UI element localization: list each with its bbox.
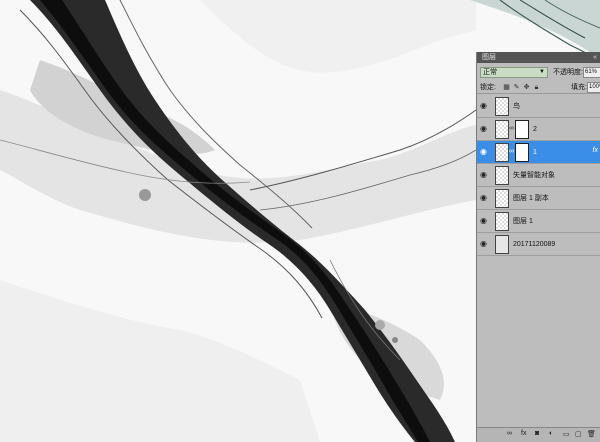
add-style-icon[interactable]: fx [521,430,526,437]
add-mask-icon[interactable]: ◙ [535,430,539,437]
collapse-icon[interactable]: « [593,52,597,63]
smart-object-thumbnail [495,166,509,185]
lock-all-icon[interactable]: 🔒︎ [533,84,540,91]
eye-icon[interactable]: ◉ [480,124,490,134]
smart-object-thumbnail [495,97,509,116]
layer-thumbnail [495,120,509,139]
eye-icon[interactable]: ◉ [480,170,490,180]
layer-row[interactable]: ◉ 图层 1 [477,210,600,233]
layer-name: 20171120089 [513,241,556,248]
blend-mode-select[interactable]: 正常 ▼ [480,67,548,78]
layers-panel: 图层 « 正常 ▼ 不透明度: 61% 锁定: ▦ ✎ ✥ 🔒︎ 填充: 100… [476,52,600,442]
layers-panel-toolbar: ∞ fx ◙ ◐ ▭ ▢ 🗑︎ [477,427,600,442]
layer-name: 图层 1 [513,218,533,225]
layer-name: 1 [533,149,537,156]
adjustment-layer-icon[interactable]: ◐ [549,430,553,437]
eye-icon[interactable]: ◉ [480,193,490,203]
layer-row[interactable]: ◉ 20171120089 [477,233,600,256]
eye-icon[interactable]: ◉ [480,147,490,157]
layer-row[interactable]: ◉ 鸟 [477,95,600,118]
layers-panel-title: 图层 « [477,52,600,63]
fill-label: 填充: [571,84,587,91]
layer-thumbnail [495,212,509,231]
lock-row: 锁定: ▦ ✎ ✥ 🔒︎ 填充: 100% [477,81,600,94]
panel-title-text: 图层 [482,54,496,61]
layer-name: 2 [533,126,537,133]
link-layers-icon[interactable]: ∞ [507,430,512,437]
image-thumbnail [495,235,509,254]
layer-thumbnail [495,143,509,162]
lock-position-icon[interactable]: ✥ [523,84,530,91]
fx-icon[interactable]: fx [593,147,598,154]
fill-input[interactable]: 100% [587,82,600,93]
layer-name: 图层 1 副本 [513,195,549,202]
layer-name: 鸟 [513,103,520,110]
new-layer-icon[interactable]: ▢ [575,430,582,438]
opacity-label: 不透明度: [553,69,583,76]
blend-mode-value: 正常 [483,69,497,76]
layer-row-selected[interactable]: ◉ ∞ 1 fx [477,141,600,164]
chain-link-icon[interactable]: ∞ [509,148,514,155]
layer-row[interactable]: ◉ 矢量智能对象 [477,164,600,187]
layers-list: ◉ 鸟 ◉ ∞ 2 ◉ ∞ 1 fx ◉ 矢量智能对象 ◉ 图层 1 副本 ◉ … [477,95,600,256]
chevron-down-icon: ▼ [539,69,545,75]
lock-transparency-icon[interactable]: ▦ [503,84,510,91]
layer-mask-thumbnail[interactable] [515,143,529,162]
eye-icon[interactable]: ◉ [480,101,490,111]
chain-link-icon[interactable]: ∞ [509,125,514,132]
layer-row[interactable]: ◉ ∞ 2 [477,118,600,141]
lock-label: 锁定: [480,84,496,91]
layer-thumbnail [495,189,509,208]
blend-row: 正常 ▼ 不透明度: 61% [477,66,600,79]
opacity-input[interactable]: 61% [583,67,600,78]
trash-icon[interactable]: 🗑︎ [587,430,596,438]
eye-icon[interactable]: ◉ [480,216,490,226]
layer-row[interactable]: ◉ 图层 1 副本 [477,187,600,210]
layer-mask-thumbnail[interactable] [515,120,529,139]
eye-icon[interactable]: ◉ [480,239,490,249]
layer-name: 矢量智能对象 [513,172,555,179]
lock-pixels-icon[interactable]: ✎ [513,84,520,91]
new-group-icon[interactable]: ▭ [563,430,570,438]
